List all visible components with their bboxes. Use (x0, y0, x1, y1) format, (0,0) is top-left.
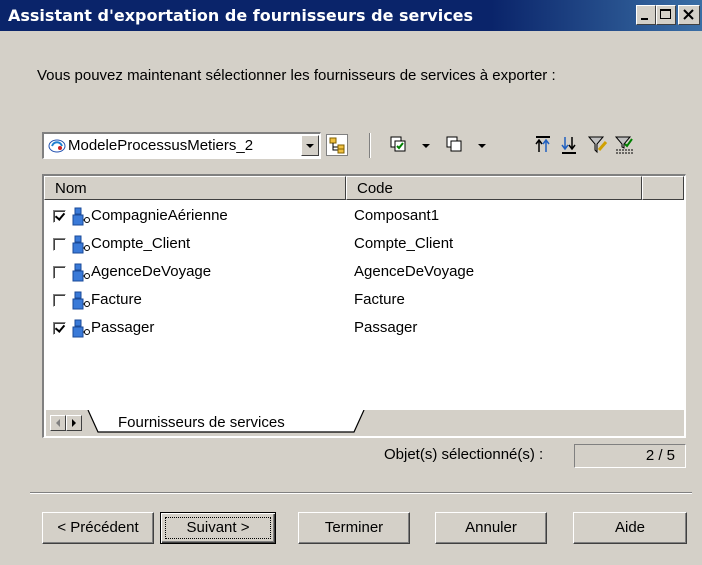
row-code: Facture (354, 291, 405, 308)
service-provider-icon (71, 319, 91, 343)
list-item[interactable]: Compte_Client Compte_Client (44, 231, 684, 259)
column-header-code[interactable]: Code (346, 176, 642, 200)
filter-icon[interactable] (587, 134, 609, 156)
model-selector-combo[interactable]: ModeleProcessusMetiers_2 (42, 132, 321, 159)
next-button[interactable]: Suivant > (160, 512, 276, 544)
include-subpackages-icon[interactable] (326, 134, 348, 156)
list-item[interactable]: CompagnieAérienne Composant1 (44, 203, 684, 231)
row-code: Compte_Client (354, 235, 454, 252)
row-code: AgenceDeVoyage (354, 263, 475, 280)
model-icon (48, 138, 66, 158)
clear-filter-icon[interactable] (614, 134, 636, 156)
toolbar-separator (369, 133, 371, 158)
selected-count-label: Objet(s) sélectionné(s) : (384, 446, 544, 463)
model-selected-value: ModeleProcessusMetiers_2 (68, 137, 254, 154)
column-header-name[interactable]: Nom (44, 176, 346, 200)
tab-strip: Fournisseurs de services (46, 410, 684, 436)
row-name: Facture (91, 291, 142, 308)
row-checkbox[interactable] (53, 294, 66, 307)
row-checkbox[interactable] (53, 210, 66, 223)
finish-button[interactable]: Terminer (298, 512, 410, 544)
close-icon[interactable] (678, 5, 700, 25)
select-all-icon[interactable] (388, 134, 410, 156)
chevron-down-icon[interactable] (301, 135, 319, 156)
row-checkbox[interactable] (53, 322, 66, 335)
window-title: Assistant d'exportation de fournisseurs … (8, 6, 474, 25)
service-provider-icon (71, 291, 91, 315)
minimize-icon[interactable] (636, 5, 656, 25)
deselect-all-icon[interactable] (444, 134, 466, 156)
scroll-left-icon[interactable] (50, 415, 66, 431)
selected-count-value: 2 / 5 (574, 444, 686, 468)
move-to-bottom-icon[interactable] (558, 134, 580, 156)
scroll-right-icon[interactable] (66, 415, 82, 431)
service-provider-icon (71, 235, 91, 259)
row-name: AgenceDeVoyage (91, 263, 212, 280)
move-to-top-icon[interactable] (532, 134, 554, 156)
list-item[interactable]: Passager Passager (44, 315, 684, 343)
row-name: Passager (91, 319, 155, 336)
row-code: Composant1 (354, 207, 440, 224)
help-button[interactable]: Aide (573, 512, 687, 544)
service-provider-icon (71, 207, 91, 231)
instruction-text: Vous pouvez maintenant sélectionner les … (37, 67, 556, 84)
chevron-down-icon[interactable] (422, 144, 430, 148)
export-wizard-window: Assistant d'exportation de fournisseurs … (0, 0, 702, 565)
list-item[interactable]: Facture Facture (44, 287, 684, 315)
row-name: CompagnieAérienne (91, 207, 228, 224)
row-checkbox[interactable] (53, 238, 66, 251)
back-button[interactable]: < Précédent (42, 512, 154, 544)
chevron-down-icon[interactable] (478, 144, 486, 148)
column-header-filler (642, 176, 684, 200)
service-providers-list[interactable]: Nom Code CompagnieAérienne Composant1 Co… (42, 174, 686, 438)
cancel-button[interactable]: Annuler (435, 512, 547, 544)
maximize-icon[interactable] (656, 5, 676, 25)
divider (30, 492, 692, 494)
row-name: Compte_Client (91, 235, 191, 252)
tab-service-providers[interactable]: Fournisseurs de services (118, 414, 285, 431)
list-item[interactable]: AgenceDeVoyage AgenceDeVoyage (44, 259, 684, 287)
row-code: Passager (354, 319, 418, 336)
title-bar[interactable]: Assistant d'exportation de fournisseurs … (0, 0, 702, 31)
service-provider-icon (71, 263, 91, 287)
row-checkbox[interactable] (53, 266, 66, 279)
